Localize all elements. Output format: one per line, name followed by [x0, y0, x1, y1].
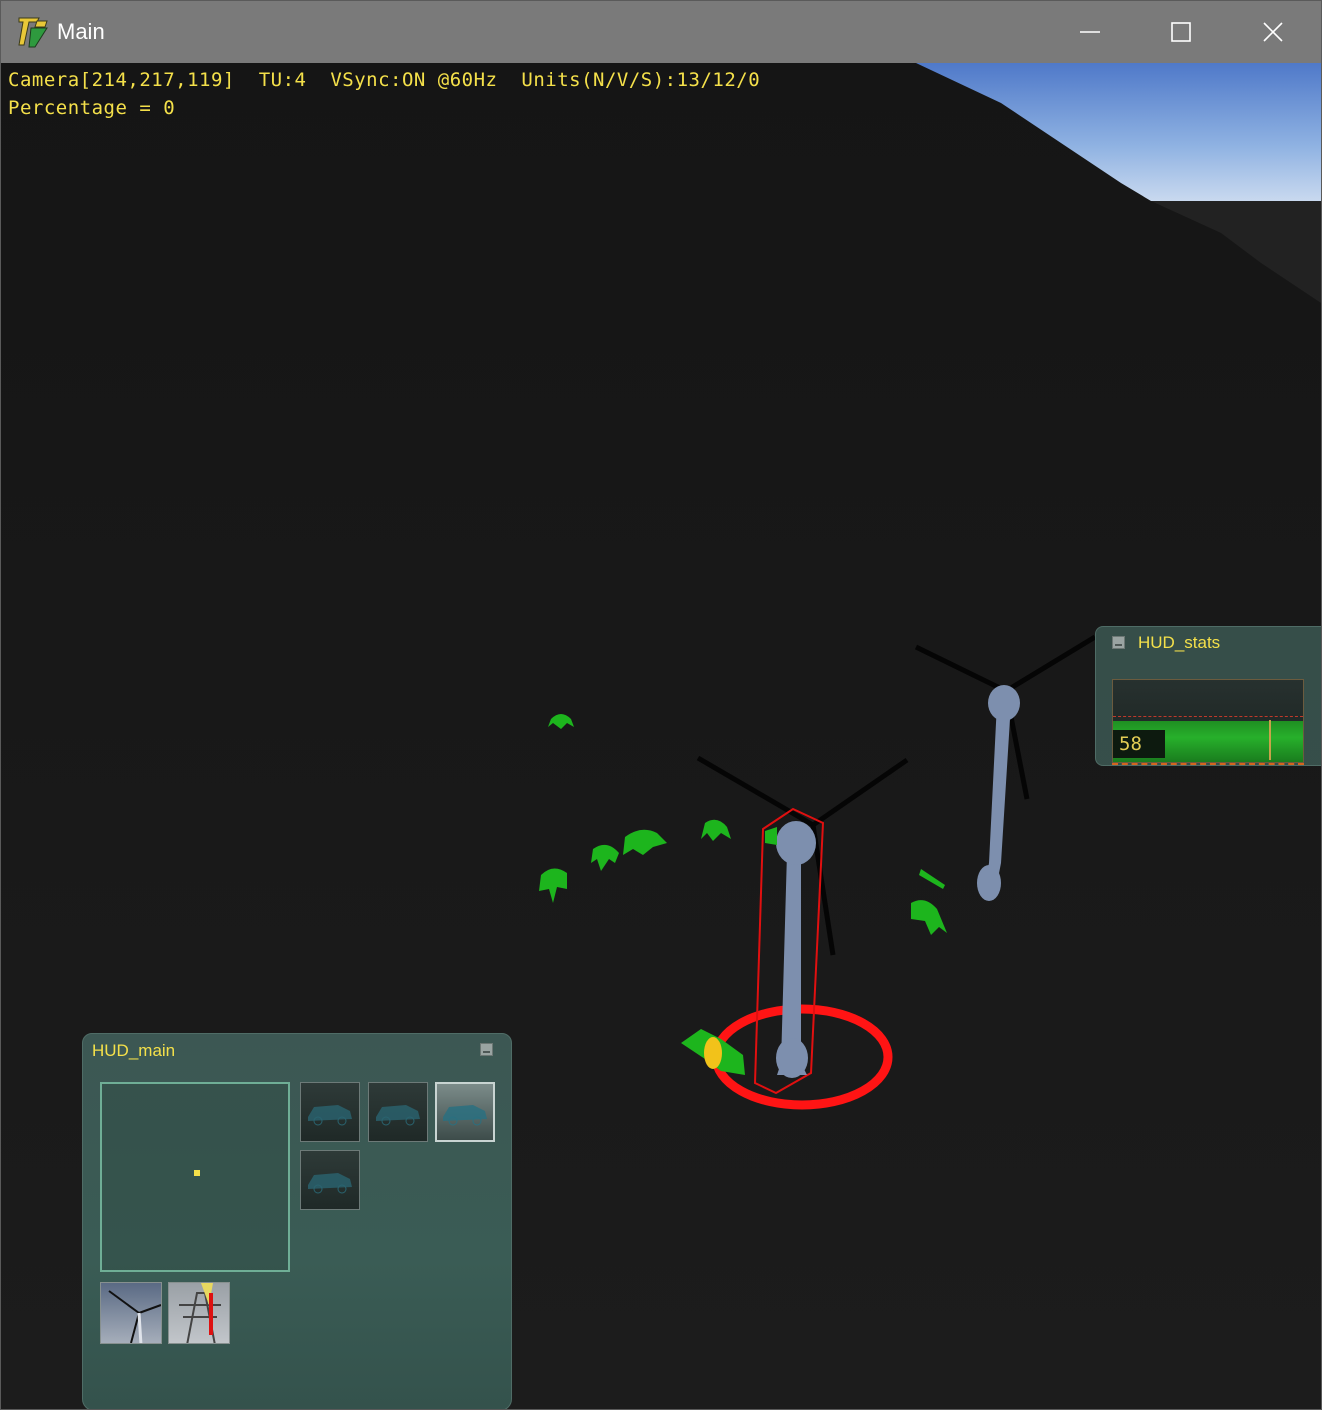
window-title: Main — [57, 19, 105, 44]
hud-stats-title: HUD_stats — [1138, 633, 1221, 652]
unit-slot-4[interactable] — [300, 1150, 360, 1210]
power-pylon-icon — [169, 1283, 229, 1343]
hud-stats-panel[interactable]: HUD_stats 58 — [1095, 626, 1321, 766]
minimap[interactable] — [100, 1082, 290, 1272]
title-bar[interactable]: Main — [1, 1, 1321, 63]
3d-viewport[interactable]: Camera[214,217,119] TU:4 VSync:ON @60Hz … — [1, 63, 1321, 1409]
unit-slot-1[interactable] — [300, 1082, 360, 1142]
vehicle-icon — [376, 1105, 420, 1126]
debug-info-line: Camera[214,217,119] TU:4 VSync:ON @60Hz … — [8, 69, 761, 91]
minimap-unit-marker — [194, 1170, 200, 1176]
vehicle-icon — [308, 1105, 352, 1126]
hud-main-title: HUD_main — [92, 1041, 176, 1060]
stats-value: 58 — [1113, 730, 1165, 758]
app-logo-icon — [18, 17, 48, 48]
stats-gauge-marker — [1269, 720, 1271, 760]
unit-slot-2[interactable] — [368, 1082, 428, 1142]
unit-slot-3-selected[interactable] — [435, 1082, 495, 1142]
close-icon — [1263, 22, 1283, 42]
vehicle-icon — [308, 1173, 352, 1194]
maximize-icon — [1171, 22, 1191, 42]
minimize-button[interactable] — [1044, 1, 1136, 63]
minimize-icon — [1080, 31, 1100, 33]
hud-main-panel[interactable]: HUD_main — [82, 1033, 512, 1409]
hud-main-minimize-button[interactable] — [480, 1043, 493, 1056]
unit-muzzle-flash — [704, 1037, 722, 1069]
close-button[interactable] — [1227, 1, 1319, 63]
application-window: Main Camera[214,217,119] TU:4 VSync:ON @… — [0, 0, 1322, 1410]
wind-turbine-icon — [101, 1283, 161, 1343]
build-wind-turbine-button[interactable] — [100, 1282, 162, 1344]
stats-gauge-baseline — [1112, 763, 1304, 765]
vehicle-icon — [443, 1105, 487, 1126]
build-power-pylon-button[interactable] — [168, 1282, 230, 1344]
hud-stats-minimize-button[interactable] — [1112, 636, 1125, 649]
stats-gauge-threshold — [1113, 716, 1303, 717]
maximize-button[interactable] — [1135, 1, 1227, 63]
percentage-readout: Percentage = 0 — [8, 97, 176, 119]
stats-gauge: 58 — [1112, 679, 1304, 763]
